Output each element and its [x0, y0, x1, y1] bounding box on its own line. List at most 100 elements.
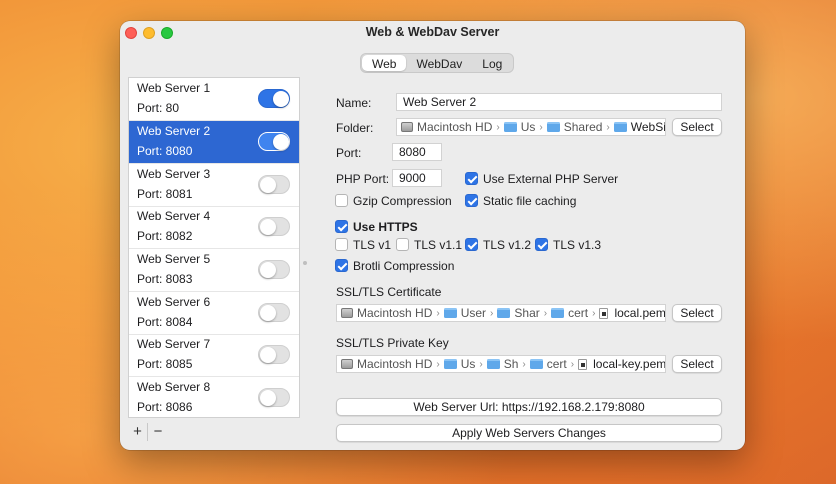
server-list-item[interactable]: Web Server 1 Port: 80 — [129, 78, 299, 121]
server-name: Web Server 3 — [137, 167, 211, 181]
tab-webdav[interactable]: WebDav — [406, 55, 472, 71]
folder-select-button[interactable]: Select — [672, 118, 722, 136]
path-segment: Sh — [486, 357, 518, 371]
server-list-item[interactable]: Web Server 4 Port: 8082 — [129, 206, 299, 249]
app-window: Web & WebDav Server Web WebDav Log Web S… — [120, 21, 745, 450]
name-label: Name: — [336, 96, 372, 110]
server-list-item[interactable]: Web Server 3 Port: 8081 — [129, 164, 299, 207]
static-caching-label: Static file caching — [483, 194, 577, 208]
server-list-item[interactable]: Web Server 6 Port: 8084 — [129, 292, 299, 335]
server-name: Web Server 6 — [137, 295, 211, 309]
private-key-path-control[interactable]: Macintosh HD › Us › Sh › cert › local-key.pe… — [336, 355, 666, 373]
server-list-item[interactable]: Web Server 7 Port: 8085 — [129, 334, 299, 377]
server-list[interactable]: Web Server 1 Port: 80 Web Server 2 Port:… — [128, 77, 300, 418]
path-segment-label: User — [460, 306, 487, 320]
server-name: Web Server 1 — [137, 81, 211, 95]
path-segment-label: cert — [568, 306, 589, 320]
path-segment-label: Us — [520, 120, 536, 134]
window-title: Web & WebDav Server — [365, 25, 500, 39]
toggle-knob — [260, 262, 276, 278]
apply-changes-button[interactable]: Apply Web Servers Changes — [336, 424, 722, 442]
server-name: Web Server 8 — [137, 380, 211, 394]
path-segment: Macintosh HD — [341, 306, 432, 320]
path-segment: Us — [503, 120, 536, 134]
port-field[interactable]: 8080 — [392, 143, 442, 161]
folder-path-control[interactable]: Macintosh HD› Us› Shared› WebSite — [396, 118, 666, 136]
chevron-right-icon: › — [496, 121, 500, 133]
tls-v12-checkbox[interactable] — [465, 238, 478, 251]
use-https-checkbox[interactable] — [335, 220, 348, 233]
chevron-right-icon: › — [522, 358, 526, 370]
server-enable-toggle[interactable] — [258, 175, 290, 194]
folder-icon — [497, 308, 511, 318]
tab-web[interactable]: Web — [362, 55, 407, 71]
server-list-item[interactable]: Web Server 8 Port: 8086 — [129, 377, 299, 417]
folder-label: Folder: — [336, 121, 374, 135]
server-name: Web Server 7 — [137, 337, 211, 351]
path-segment: local-key.pem — [578, 357, 665, 371]
tab-bar: Web WebDav Log — [360, 53, 515, 73]
toggle-knob — [260, 219, 276, 235]
path-segment-label: Macintosh HD — [357, 357, 433, 371]
key-file-icon — [578, 358, 588, 370]
chevron-right-icon: › — [606, 121, 610, 133]
server-enable-toggle[interactable] — [258, 89, 290, 108]
server-name: Web Server 2 — [137, 124, 211, 138]
certificate-path-control[interactable]: Macintosh HD › User › Shar › cert › local.pe… — [336, 304, 666, 322]
toggle-knob — [260, 305, 276, 321]
path-segment: Us — [443, 357, 475, 371]
name-field[interactable]: Web Server 2 — [396, 93, 722, 111]
server-name: Web Server 5 — [137, 252, 211, 266]
chevron-right-icon: › — [592, 307, 596, 319]
server-enable-toggle[interactable] — [258, 132, 290, 151]
brotli-checkbox[interactable] — [335, 259, 348, 272]
port-label: Port: — [336, 146, 362, 160]
use-https-label: Use HTTPS — [353, 220, 418, 234]
path-segment: Macintosh HD — [401, 120, 492, 134]
folder-icon — [613, 122, 627, 132]
add-server-button[interactable]: + — [128, 423, 148, 441]
use-external-php-checkbox[interactable] — [465, 172, 478, 185]
folder-icon — [546, 122, 560, 132]
php-port-field[interactable]: 9000 — [392, 169, 442, 187]
hard-drive-icon — [341, 359, 353, 369]
path-segment: Macintosh HD — [341, 357, 432, 371]
list-edit-buttons: + − — [128, 423, 168, 441]
path-segment-label: Macintosh HD — [357, 306, 433, 320]
title-bar[interactable]: Web & WebDav Server — [120, 21, 745, 45]
folder-icon — [503, 122, 517, 132]
private-key-select-button[interactable]: Select — [672, 355, 722, 373]
chevron-right-icon: › — [490, 307, 494, 319]
toggle-knob — [260, 347, 276, 363]
toggle-knob — [273, 91, 289, 107]
tls-v11-label: TLS v1.1 — [414, 238, 463, 252]
server-list-item-selected[interactable]: Web Server 2 Port: 8080 — [129, 121, 299, 164]
server-url-button[interactable]: Web Server Url: https://192.168.2.179:80… — [336, 398, 722, 416]
server-enable-toggle[interactable] — [258, 260, 290, 279]
folder-icon — [443, 359, 457, 369]
chevron-right-icon: › — [436, 307, 440, 319]
server-enable-toggle[interactable] — [258, 388, 290, 407]
tls-v1-checkbox[interactable] — [335, 238, 348, 251]
server-enable-toggle[interactable] — [258, 345, 290, 364]
split-view-divider-handle[interactable] — [303, 261, 307, 265]
server-enable-toggle[interactable] — [258, 217, 290, 236]
tls-v1-label: TLS v1 — [353, 238, 392, 252]
tls-v11-checkbox[interactable] — [396, 238, 409, 251]
folder-icon — [551, 308, 565, 318]
tab-log[interactable]: Log — [472, 55, 512, 71]
server-enable-toggle[interactable] — [258, 303, 290, 322]
server-list-item[interactable]: Web Server 5 Port: 8083 — [129, 249, 299, 292]
chevron-right-icon: › — [570, 358, 575, 370]
tls-v13-checkbox[interactable] — [535, 238, 548, 251]
hard-drive-icon — [401, 122, 413, 132]
path-segment: local.pem — [599, 306, 665, 320]
brotli-label: Brotli Compression — [353, 259, 455, 273]
remove-server-button[interactable]: − — [148, 423, 168, 441]
toggle-knob — [273, 134, 289, 150]
gzip-label: Gzip Compression — [353, 194, 452, 208]
static-caching-checkbox[interactable] — [465, 194, 478, 207]
tls-v12-label: TLS v1.2 — [483, 238, 532, 252]
gzip-checkbox[interactable] — [335, 194, 348, 207]
certificate-select-button[interactable]: Select — [672, 304, 722, 322]
